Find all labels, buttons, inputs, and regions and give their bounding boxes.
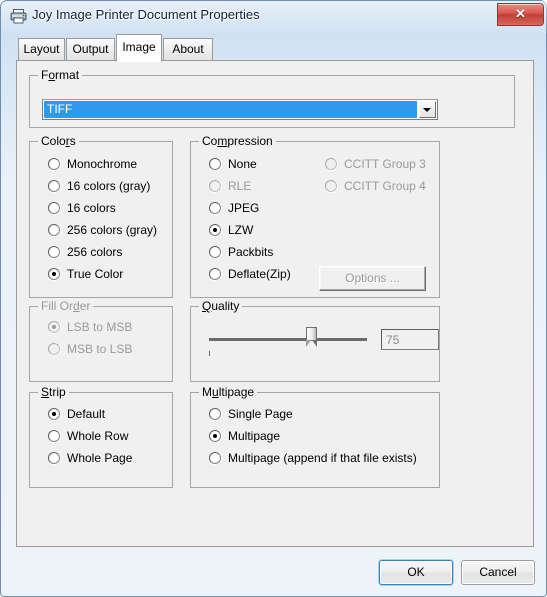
radio-indicator (209, 452, 221, 464)
tab-layout[interactable]: Layout (18, 38, 65, 61)
radio-indicator (48, 321, 60, 333)
close-icon: ✕ (515, 6, 526, 21)
quality-group: Quality 75 (190, 299, 440, 382)
radio-label: Deflate(Zip) (228, 267, 291, 281)
radio-label: Packbits (228, 245, 274, 259)
radio-label: Multipage (228, 429, 281, 443)
radio-indicator (48, 202, 60, 214)
radio-indicator (48, 408, 60, 420)
radio-label: None (228, 157, 257, 171)
radio-label: 16 colors (67, 201, 116, 215)
colors-group-label: Colors (38, 134, 79, 148)
radio-indicator (209, 180, 221, 192)
quality-group-label: Quality (199, 299, 243, 313)
radio-indicator (209, 430, 221, 442)
radio-indicator (209, 202, 221, 214)
options-button[interactable]: Options ... (319, 266, 426, 291)
radio-label: CCITT Group 3 (344, 157, 426, 171)
radio-indicator (209, 246, 221, 258)
tab-output[interactable]: Output (66, 38, 115, 61)
radio-label: Multipage (append if that file exists) (228, 451, 417, 465)
radio-indicator (209, 408, 221, 420)
compression-group: Compression None RLE JPEG LZW Packbits Deflat… (190, 134, 440, 298)
radio-label: Monochrome (67, 157, 138, 171)
colors-group: Colors Monochrome 16 colors (gray) 16 colo… (29, 134, 173, 298)
multipage-group-label: Multipage (199, 385, 258, 399)
radio-indicator (209, 158, 221, 170)
radio-indicator (48, 430, 60, 442)
radio-indicator (48, 158, 60, 170)
multipage-group: Multipage Single Page Multipage Multipage … (190, 385, 440, 488)
radio-label: 256 colors (gray) (67, 223, 158, 237)
close-button[interactable]: ✕ (497, 3, 544, 26)
radio-label: CCITT Group 4 (344, 179, 426, 193)
radio-label: Single Page (228, 407, 293, 421)
tab-about[interactable]: About (163, 38, 213, 61)
format-group-label: Format (38, 68, 83, 82)
radio-label: JPEG (228, 201, 260, 215)
radio-indicator (48, 343, 60, 355)
image-tab-panel: Format TIFF Colors Monochrome 16 colors (… (16, 60, 534, 547)
title-bar: Joy Image Printer Document Properties ✕ (1, 1, 547, 32)
radio-indicator (209, 268, 221, 280)
radio-label: MSB to LSB (67, 342, 133, 356)
slider-tick (209, 351, 210, 356)
chevron-down-icon[interactable] (419, 101, 436, 118)
radio-label: Whole Page (67, 451, 133, 465)
fill-order-group-label: Fill Order (38, 299, 94, 313)
compression-group-label: Compression (199, 134, 276, 148)
quality-value: 75 (386, 333, 400, 347)
radio-label: LZW (228, 223, 254, 237)
radio-label: RLE (228, 179, 252, 193)
printer-icon (10, 9, 27, 24)
strip-group: Strip Default Whole Row Whole Page (29, 385, 173, 488)
quality-slider-thumb[interactable] (306, 327, 317, 349)
radio-indicator (48, 268, 60, 280)
strip-group-label: Strip (38, 385, 69, 399)
cancel-button[interactable]: Cancel (461, 560, 535, 585)
radio-indicator (48, 224, 60, 236)
radio-label: Whole Row (67, 429, 129, 443)
radio-indicator (325, 180, 337, 192)
radio-label: True Color (67, 267, 124, 281)
quality-slider-track[interactable] (209, 338, 367, 341)
radio-label: 256 colors (67, 245, 123, 259)
tab-image[interactable]: Image (116, 34, 162, 62)
radio-label: LSB to MSB (67, 320, 133, 334)
radio-indicator (48, 246, 60, 258)
quality-slider-thumb-tip-right (312, 340, 317, 347)
format-group: Format TIFF (29, 68, 515, 128)
window-title: Joy Image Printer Document Properties (32, 7, 260, 22)
radio-indicator (48, 180, 60, 192)
format-combobox[interactable]: TIFF (42, 99, 438, 120)
radio-label: Default (67, 407, 106, 421)
ok-button[interactable]: OK (379, 560, 453, 585)
quality-slider-ticks (209, 351, 369, 357)
radio-indicator (325, 158, 337, 170)
quality-value-field[interactable]: 75 (381, 329, 439, 350)
fill-order-group: Fill Order LSB to MSB MSB to LSB (29, 299, 173, 382)
quality-slider-thumb-tip-left (306, 340, 311, 347)
quality-slider-thumb-body (306, 327, 317, 341)
radio-indicator (48, 452, 60, 464)
dialog-window: Joy Image Printer Document Properties ✕ … (0, 0, 547, 597)
radio-label: 16 colors (gray) (67, 179, 151, 193)
radio-indicator (209, 224, 221, 236)
format-selected-value: TIFF (44, 101, 417, 118)
